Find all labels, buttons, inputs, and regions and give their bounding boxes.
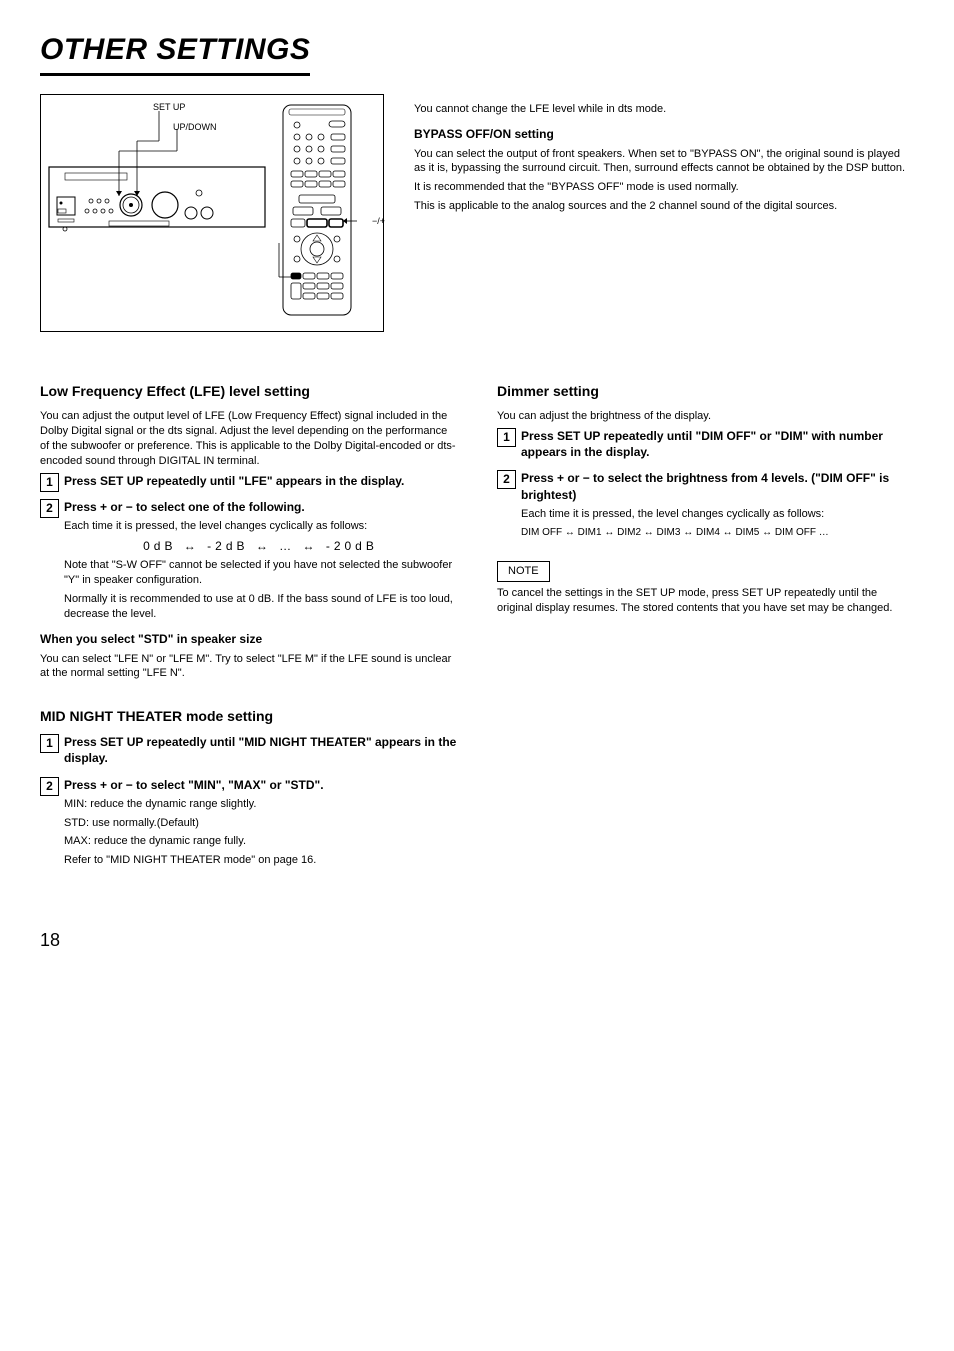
lfe-note-swoff: Note that "S-W OFF" cannot be selected i… bbox=[64, 558, 457, 588]
mnt-std: STD: use normally.(Default) bbox=[64, 816, 457, 831]
lfe-cycle: 0dB ↔ -2dB ↔ … ↔ -20dB bbox=[64, 538, 457, 554]
device-diagram-box: SET UP UP/DOWN bbox=[40, 94, 384, 333]
dimmer-body: You can adjust the brightness of the dis… bbox=[497, 409, 914, 424]
bypass-desc3: This is applicable to the analog sources… bbox=[414, 199, 914, 214]
callout-minus-plus: −/+ bbox=[372, 215, 385, 227]
std-body: You can select "LFE N" or "LFE M". Try t… bbox=[40, 652, 457, 682]
mnt-ref: Refer to "MID NIGHT THEATER mode" on pag… bbox=[64, 853, 457, 868]
lfe-title: Low Frequency Effect (LFE) level setting bbox=[40, 382, 457, 401]
bypass-desc2: It is recommended that the "BYPASS OFF" … bbox=[414, 180, 914, 195]
lfe-step-2: Press + or − to select one of the follow… bbox=[40, 499, 457, 622]
dim-step-2: Press + or − to select the brightness fr… bbox=[497, 470, 914, 539]
std-subtitle: When you select "STD" in speaker size bbox=[40, 631, 457, 647]
remote-illustration bbox=[277, 101, 357, 321]
dim-cycle-values: DIM OFF ↔ DIM1 ↔ DIM2 ↔ DIM3 ↔ DIM4 ↔ DI… bbox=[521, 526, 914, 540]
dim-step1-head: Press SET UP repeatedly until "DIM OFF" … bbox=[521, 428, 914, 460]
receiver-illustration bbox=[47, 101, 267, 241]
dts-notice: You cannot change the LFE level while in… bbox=[414, 102, 914, 117]
bypass-title: BYPASS OFF/ON setting bbox=[414, 126, 914, 142]
mnt-max: MAX: reduce the dynamic range fully. bbox=[64, 834, 457, 849]
page-number: 18 bbox=[40, 928, 914, 952]
page-heading: OTHER SETTINGS bbox=[40, 30, 310, 76]
lfe-step2-body: Each time it is pressed, the level chang… bbox=[64, 519, 457, 534]
dim-step-1: Press SET UP repeatedly until "DIM OFF" … bbox=[497, 428, 914, 460]
callout-up-down: UP/DOWN bbox=[173, 121, 217, 133]
lfe-step2-head: Press + or − to select one of the follow… bbox=[64, 499, 457, 515]
lfe-desc: You can adjust the output level of LFE (… bbox=[40, 409, 457, 468]
mnt-step-2: Press + or − to select "MIN", "MAX" or "… bbox=[40, 777, 457, 869]
mnt-step2-head: Press + or − to select "MIN", "MAX" or "… bbox=[64, 777, 457, 793]
lfe-note-0db: Normally it is recommended to use at 0 d… bbox=[64, 592, 457, 622]
dim-cycle-text: Each time it is pressed, the level chang… bbox=[521, 507, 914, 522]
dim-step2-head: Press + or − to select the brightness fr… bbox=[521, 470, 914, 502]
callout-setup: SET UP bbox=[153, 101, 185, 113]
bypass-desc: You can select the output of front speak… bbox=[414, 147, 914, 177]
mnt-title: MID NIGHT THEATER mode setting bbox=[40, 707, 457, 726]
lfe-step-1: Press SET UP repeatedly until "LFE" appe… bbox=[40, 473, 457, 489]
note-body: To cancel the settings in the SET UP mod… bbox=[497, 586, 914, 616]
mnt-min: MIN: reduce the dynamic range slightly. bbox=[64, 797, 457, 812]
lfe-step1-head: Press SET UP repeatedly until "LFE" appe… bbox=[64, 473, 457, 489]
note-header: NOTE bbox=[497, 561, 550, 582]
mnt-step1-head: Press SET UP repeatedly until "MID NIGHT… bbox=[64, 734, 457, 766]
dimmer-title: Dimmer setting bbox=[497, 382, 914, 401]
mnt-step-1: Press SET UP repeatedly until "MID NIGHT… bbox=[40, 734, 457, 766]
